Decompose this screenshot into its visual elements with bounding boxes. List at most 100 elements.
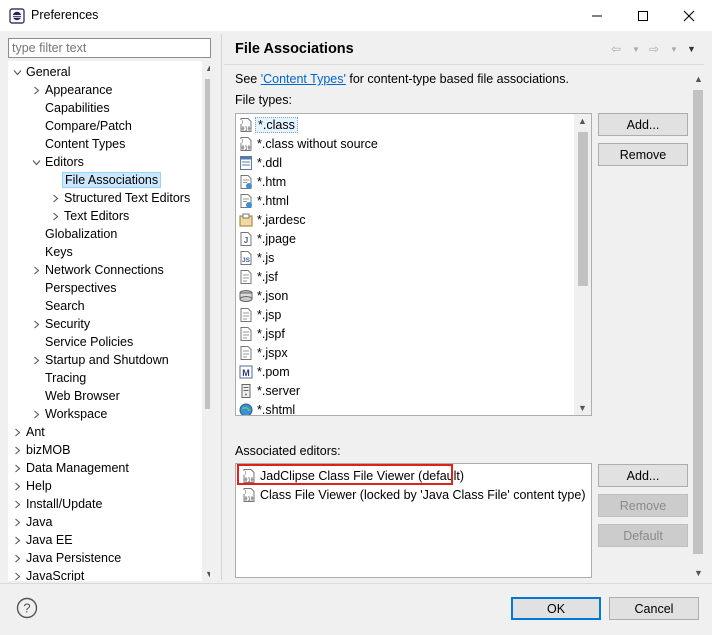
forward-arrow-icon[interactable]: ⇨ (649, 40, 659, 58)
chevron-right-icon[interactable] (10, 549, 24, 567)
file-type-item[interactable]: *.shtml (238, 400, 297, 415)
file-type-item[interactable]: *.jsf (238, 267, 280, 286)
tree-item[interactable]: Editors (29, 153, 86, 171)
tree-scroll-thumb[interactable] (205, 79, 210, 409)
file-types-scrollbar[interactable]: ▲ ▼ (574, 114, 591, 415)
tree-item[interactable]: Tracing (29, 369, 88, 387)
chevron-right-icon[interactable] (29, 81, 43, 99)
tree-item[interactable]: Java (10, 513, 54, 531)
add-editor-button[interactable]: Add... (598, 464, 688, 487)
tree-item[interactable]: Globalization (29, 225, 119, 243)
tree-item[interactable]: Text Editors (48, 207, 131, 225)
pane-divider[interactable] (221, 34, 222, 580)
jsf-file-icon (240, 269, 252, 284)
chevron-right-icon[interactable] (10, 531, 24, 549)
file-type-item[interactable]: *.server (238, 381, 302, 400)
chevron-right-icon[interactable] (10, 513, 24, 531)
tree-item[interactable]: Appearance (29, 81, 114, 99)
chevron-down-icon[interactable] (29, 153, 43, 171)
chevron-right-icon[interactable] (29, 405, 43, 423)
scroll-up-icon[interactable]: ▲ (694, 74, 703, 84)
filter-input[interactable] (8, 38, 211, 58)
scroll-up-icon[interactable]: ▲ (578, 116, 587, 126)
view-menu-icon[interactable]: ▼ (687, 40, 696, 58)
scroll-up-icon[interactable]: ▲ (205, 63, 210, 73)
tree-item-label: Compare/Patch (45, 119, 132, 133)
page-scroll-thumb[interactable] (693, 90, 703, 554)
tree-item[interactable]: Capabilities (29, 99, 112, 117)
close-button[interactable] (666, 0, 712, 31)
tree-item[interactable]: Service Policies (29, 333, 135, 351)
file-type-item[interactable]: JS *.js (238, 248, 276, 267)
preferences-tree[interactable]: ▲ ▼ General Appearance Capabilities Compare… (8, 61, 210, 581)
file-type-item[interactable]: *.jspx (238, 343, 290, 362)
tree-item[interactable]: bizMOB (10, 441, 72, 459)
tree-scrollbar[interactable]: ▲ ▼ (202, 61, 210, 581)
chevron-down-icon[interactable] (10, 63, 24, 81)
chevron-right-icon[interactable] (10, 441, 24, 459)
file-type-item[interactable]: *.jspf (238, 324, 287, 343)
tree-item[interactable]: General (10, 63, 72, 81)
file-types-list[interactable]: ▲ ▼ 010/*.class 010/*.class without sourc… (235, 113, 592, 416)
remove-editor-button[interactable]: Remove (598, 494, 688, 517)
tree-item[interactable]: File Associations (48, 171, 162, 189)
tree-item[interactable]: Workspace (29, 405, 109, 423)
tree-item[interactable]: JavaScript (10, 567, 86, 581)
scroll-down-icon[interactable]: ▼ (205, 569, 210, 579)
tree-item[interactable]: Structured Text Editors (48, 189, 192, 207)
scroll-down-icon[interactable]: ▼ (578, 403, 587, 413)
tree-item[interactable]: Help (10, 477, 54, 495)
chevron-right-icon[interactable] (48, 189, 62, 207)
add-file-type-button[interactable]: Add... (598, 113, 688, 136)
chevron-right-icon[interactable] (10, 567, 24, 581)
chevron-right-icon[interactable] (29, 315, 43, 333)
tree-item[interactable]: Java Persistence (10, 549, 123, 567)
chevron-down-icon[interactable]: ▼ (670, 40, 678, 58)
chevron-right-icon[interactable] (29, 261, 43, 279)
cancel-button[interactable]: Cancel (609, 597, 699, 620)
chevron-right-icon[interactable] (29, 351, 43, 369)
window-title: Preferences (31, 8, 99, 22)
ok-button[interactable]: OK (511, 597, 601, 620)
tree-item[interactable]: Security (29, 315, 92, 333)
tree-item[interactable]: Perspectives (29, 279, 119, 297)
content-types-link[interactable]: 'Content Types' (261, 72, 346, 86)
tree-item[interactable]: Content Types (29, 135, 127, 153)
tree-item[interactable]: Install/Update (10, 495, 104, 513)
file-type-item[interactable]: 010/ *.class without source (238, 134, 380, 153)
tree-item[interactable]: Web Browser (29, 387, 122, 405)
tree-item[interactable]: Network Connections (29, 261, 166, 279)
tree-item[interactable]: Compare/Patch (29, 117, 134, 135)
default-editor-button[interactable]: Default (598, 524, 688, 547)
file-type-item[interactable]: 010/*.class (238, 115, 298, 134)
tree-item[interactable]: Data Management (10, 459, 131, 477)
chevron-right-icon[interactable] (10, 459, 24, 477)
tree-item[interactable]: Ant (10, 423, 47, 441)
file-type-item[interactable]: *.htm (238, 172, 288, 191)
file-types-scroll-thumb[interactable] (578, 132, 588, 286)
chevron-down-icon[interactable]: ▼ (632, 40, 640, 58)
scroll-down-icon[interactable]: ▼ (694, 568, 703, 578)
page-scrollbar[interactable]: ▲ ▼ (690, 72, 707, 580)
file-type-item[interactable]: *.jardesc (238, 210, 308, 229)
tree-item[interactable]: Java EE (10, 531, 75, 549)
tree-item[interactable]: Startup and Shutdown (29, 351, 171, 369)
file-type-item[interactable]: *.json (238, 286, 290, 305)
chevron-right-icon[interactable] (10, 495, 24, 513)
file-type-item[interactable]: J *.jpage (238, 229, 298, 248)
remove-file-type-button[interactable]: Remove (598, 143, 688, 166)
minimize-button[interactable] (574, 0, 620, 31)
maximize-button[interactable] (620, 0, 666, 31)
file-type-item[interactable]: *.jsp (238, 305, 283, 324)
file-type-item[interactable]: *.ddl (238, 153, 284, 172)
chevron-right-icon[interactable] (10, 477, 24, 495)
chevron-right-icon[interactable] (48, 207, 62, 225)
file-type-item[interactable]: *.html (238, 191, 291, 210)
tree-item[interactable]: Search (29, 297, 87, 315)
file-type-item[interactable]: M *.pom (238, 362, 292, 381)
tree-item[interactable]: Keys (29, 243, 75, 261)
back-arrow-icon[interactable]: ⇦ (611, 40, 621, 58)
chevron-right-icon[interactable] (10, 423, 24, 441)
editor-item[interactable]: 010/Class File Viewer (locked by 'Java C… (241, 485, 588, 504)
help-icon[interactable]: ? (16, 597, 38, 619)
